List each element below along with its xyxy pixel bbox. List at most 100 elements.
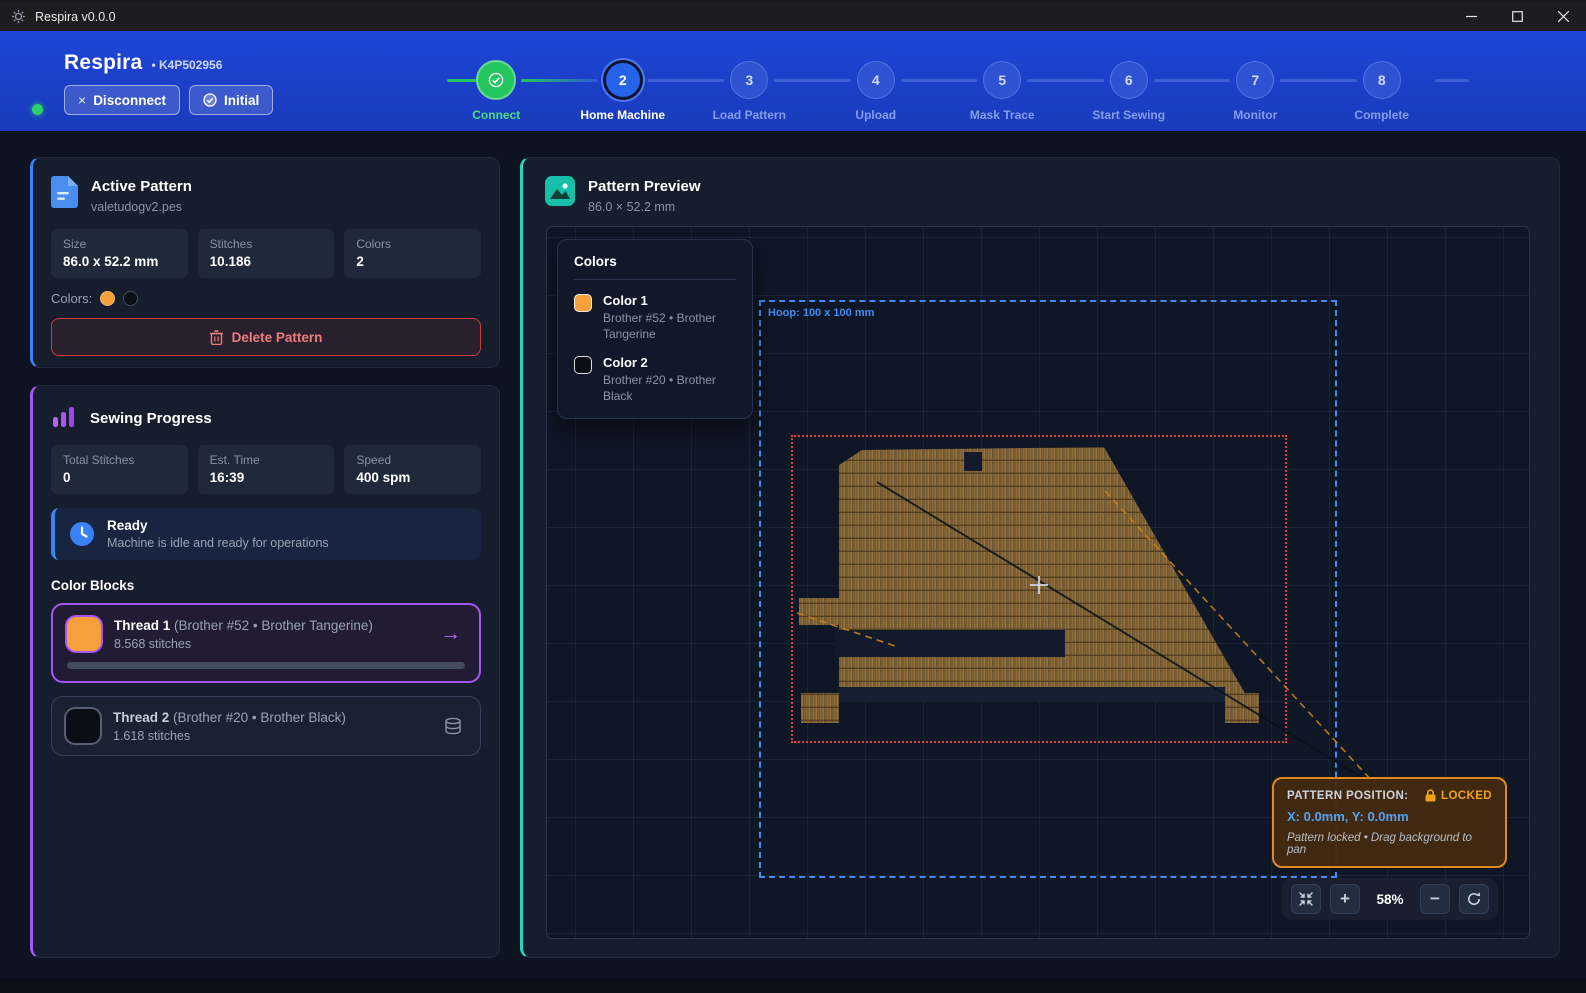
refresh-icon — [1466, 891, 1482, 907]
step-label: Load Pattern — [713, 108, 786, 122]
lock-icon — [1425, 789, 1436, 802]
app-window: Respira v0.0.0 Respira • K4P502956 × — [0, 0, 1586, 993]
step-check-icon — [488, 72, 504, 88]
step-number: 4 — [872, 72, 880, 88]
thread-2-item[interactable]: Thread 2 (Brother #20 • Brother Black) 1… — [51, 696, 481, 756]
fit-view-button[interactable] — [1291, 884, 1321, 914]
initial-button[interactable]: Initial — [189, 85, 273, 115]
close-icon — [1558, 11, 1569, 22]
step-label: Upload — [855, 108, 896, 122]
step-connect[interactable]: Connect — [433, 58, 560, 122]
image-icon — [545, 176, 575, 206]
position-label: PATTERN POSITION: — [1287, 790, 1408, 802]
sewing-progress-card: Sewing Progress Total Stitches 0 Est. Ti… — [30, 385, 500, 958]
app-logo-icon — [11, 9, 26, 24]
initial-label: Initial — [224, 93, 259, 108]
layers-stack-icon — [444, 717, 462, 735]
step-home-machine[interactable]: 2 Home Machine — [560, 58, 687, 122]
step-number: 5 — [998, 72, 1006, 88]
step-monitor[interactable]: 7 Monitor — [1192, 58, 1319, 122]
legend-title: Colors — [574, 254, 736, 280]
thread-2-stitches: 1.618 stitches — [113, 729, 431, 743]
color-dot-black — [123, 291, 138, 306]
preview-canvas[interactable]: Hoop: 100 x 100 mm — [546, 226, 1530, 939]
legend-swatch-1 — [574, 294, 592, 312]
position-coordinates: X: 0.0mm, Y: 0.0mm — [1287, 809, 1492, 824]
file-icon — [51, 176, 78, 208]
pattern-preview-size: 86.0 × 52.2 mm — [588, 200, 701, 214]
step-number: 6 — [1125, 72, 1133, 88]
clock-icon — [69, 521, 95, 547]
thread-2-swatch — [66, 709, 100, 743]
reset-view-button[interactable] — [1459, 884, 1489, 914]
maximize-button[interactable] — [1494, 2, 1540, 31]
colors-label: Colors: — [51, 291, 92, 306]
bar-chart-icon — [51, 404, 77, 430]
stat-est-time: Est. Time 16:39 — [198, 445, 335, 494]
canvas-center-crosshair — [1030, 576, 1048, 594]
pattern-filename: valetudogv2.pes — [91, 200, 192, 214]
disconnect-button[interactable]: × Disconnect — [64, 85, 180, 115]
window-title: Respira v0.0.0 — [35, 10, 116, 24]
step-start-sewing[interactable]: 6 Start Sewing — [1066, 58, 1193, 122]
zoom-level: 58% — [1369, 892, 1411, 907]
pattern-preview-title: Pattern Preview — [588, 176, 701, 195]
thread-1-item[interactable]: Thread 1 (Brother #52 • Brother Tangerin… — [51, 603, 481, 683]
step-mask-trace[interactable]: 5 Mask Trace — [939, 58, 1066, 122]
status-description: Machine is idle and ready for operations — [107, 536, 329, 550]
step-label: Monitor — [1233, 108, 1277, 122]
thread-1-stitches: 8.568 stitches — [114, 637, 427, 651]
close-button[interactable] — [1540, 2, 1586, 31]
step-load-pattern[interactable]: 3 Load Pattern — [686, 58, 813, 122]
maximize-icon — [1512, 11, 1523, 22]
connection-status-dot — [32, 104, 43, 115]
stat-stitches: Stitches 10.186 — [198, 229, 335, 278]
disconnect-x-icon: × — [78, 92, 86, 108]
status-title: Ready — [107, 518, 329, 533]
step-number: 7 — [1251, 72, 1259, 88]
step-label: Start Sewing — [1092, 108, 1165, 122]
step-number: 2 — [619, 72, 627, 88]
zoom-out-button[interactable]: − — [1420, 884, 1450, 914]
thread-1-swatch — [67, 617, 101, 651]
zoom-controls: + 58% − — [1282, 878, 1498, 920]
legend-swatch-2 — [574, 356, 592, 374]
legend-item-color1: Color 1 Brother #52 • Brother Tangerine — [574, 293, 736, 342]
machine-status-box: Ready Machine is idle and ready for oper… — [51, 508, 481, 560]
stat-total-stitches: Total Stitches 0 — [51, 445, 188, 494]
machine-serial: • K4P502956 — [151, 58, 222, 72]
minus-icon: − — [1430, 889, 1440, 909]
minimize-button[interactable] — [1448, 2, 1494, 31]
thread-2-detail: (Brother #20 • Brother Black) — [173, 710, 346, 725]
legend-item-color2: Color 2 Brother #20 • Brother Black — [574, 355, 736, 404]
thread-1-detail: (Brother #52 • Brother Tangerine) — [174, 618, 373, 633]
colors-legend: Colors Color 1 Brother #52 • Brother Tan… — [557, 239, 753, 419]
disconnect-label: Disconnect — [93, 93, 166, 108]
trash-icon — [210, 330, 223, 345]
active-pattern-title: Active Pattern — [91, 176, 192, 195]
fit-view-icon — [1298, 891, 1314, 907]
step-label: Complete — [1354, 108, 1409, 122]
step-complete[interactable]: 8 Complete — [1319, 58, 1446, 122]
plus-icon: + — [1340, 889, 1350, 909]
locked-badge: LOCKED — [1441, 790, 1492, 802]
pattern-preview-panel: Pattern Preview 86.0 × 52.2 mm Hoop: 100… — [520, 157, 1560, 958]
pattern-position-overlay: PATTERN POSITION: LOCKED X: 0.0mm, Y: 0.… — [1272, 777, 1507, 868]
delete-pattern-button[interactable]: Delete Pattern — [51, 318, 481, 356]
thread-2-name: Thread 2 — [113, 710, 169, 725]
header: Respira • K4P502956 × Disconnect Initial — [0, 31, 1586, 131]
step-number: 8 — [1378, 72, 1386, 88]
stat-size: Size 86.0 x 52.2 mm — [51, 229, 188, 278]
position-hint: Pattern locked • Drag background to pan — [1287, 832, 1492, 856]
color-blocks-heading: Color Blocks — [51, 578, 481, 593]
step-upload[interactable]: 4 Upload — [813, 58, 940, 122]
bottom-strip — [0, 979, 1586, 993]
arrow-right-icon: → — [440, 622, 465, 646]
sewing-progress-title: Sewing Progress — [90, 408, 212, 427]
active-pattern-card: Active Pattern valetudogv2.pes Size 86.0… — [30, 157, 500, 368]
hoop-label: Hoop: 100 x 100 mm — [768, 307, 874, 319]
titlebar: Respira v0.0.0 — [0, 0, 1586, 31]
zoom-in-button[interactable]: + — [1330, 884, 1360, 914]
wizard-stepper: Connect 2 Home Machine 3 Load Pattern 4 … — [433, 58, 1445, 122]
step-label: Home Machine — [580, 108, 665, 122]
